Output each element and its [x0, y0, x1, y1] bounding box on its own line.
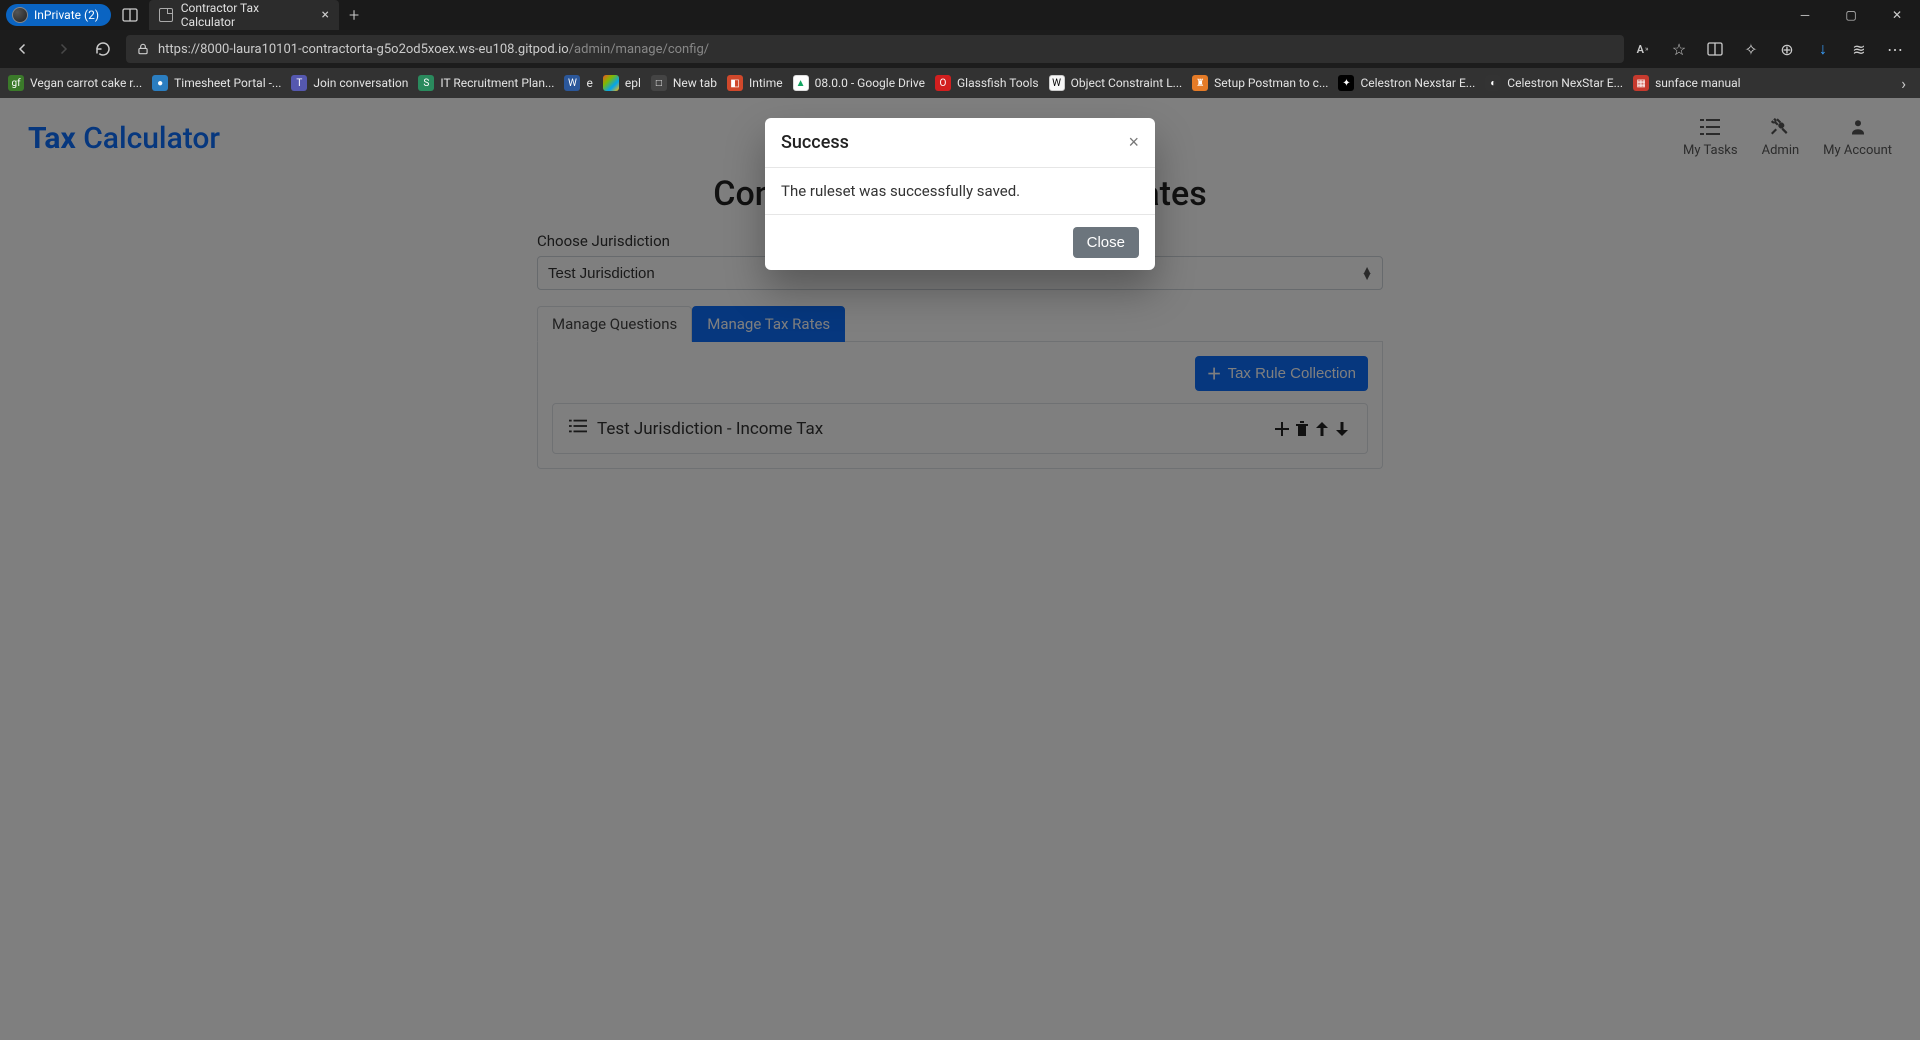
modal-body: The ruleset was successfully saved.: [765, 168, 1155, 214]
modal-footer: Close: [765, 214, 1155, 270]
address-bar: https://8000-laura10101-contractorta-g5o…: [0, 30, 1920, 68]
tab-title: Contractor Tax Calculator: [181, 1, 314, 29]
bookmark-label: epl: [625, 76, 641, 90]
bookmark-label: sunface manual: [1655, 76, 1741, 90]
bookmark-item[interactable]: ● Timesheet Portal -...: [152, 75, 281, 91]
bookmark-icon: O: [935, 75, 951, 91]
close-window-button[interactable]: ✕: [1874, 0, 1920, 30]
success-modal: Success × The ruleset was successfully s…: [765, 118, 1155, 270]
bookmark-icon: ▦: [1633, 75, 1649, 91]
refresh-button[interactable]: [86, 34, 120, 64]
bookmark-icon: [603, 75, 619, 91]
bookmark-label: Vegan carrot cake r...: [30, 76, 142, 90]
bookmark-label: Glassfish Tools: [957, 76, 1039, 90]
favorites-bar-icon[interactable]: ✧: [1738, 36, 1764, 62]
bookmark-icon: ♜: [1192, 75, 1208, 91]
bookmark-icon: T: [291, 75, 307, 91]
bookmark-item[interactable]: ▲ 08.0.0 - Google Drive: [793, 75, 925, 91]
menu-icon[interactable]: ⋯: [1882, 36, 1908, 62]
window-controls: ─ ▢ ✕: [1782, 0, 1920, 30]
modal-title: Success: [781, 132, 849, 153]
browser-tab-bar: InPrivate (2) Contractor Tax Calculator …: [0, 0, 1920, 30]
bookmark-icon: ●: [152, 75, 168, 91]
inprivate-badge[interactable]: InPrivate (2): [6, 4, 111, 26]
bookmark-icon: ◧: [727, 75, 743, 91]
bookmark-item[interactable]: O Glassfish Tools: [935, 75, 1039, 91]
bookmark-item[interactable]: ✦ Celestron Nexstar E...: [1338, 75, 1475, 91]
back-button[interactable]: [6, 34, 40, 64]
downloads-icon[interactable]: ↓: [1810, 36, 1836, 62]
bookmark-label: New tab: [673, 76, 717, 90]
bookmark-item[interactable]: S IT Recruitment Plan...: [418, 75, 554, 91]
bookmark-label: Celestron Nexstar E...: [1360, 76, 1475, 90]
split-screen-icon[interactable]: [1702, 36, 1728, 62]
modal-overlay[interactable]: Success × The ruleset was successfully s…: [0, 98, 1920, 1040]
new-tab-button[interactable]: +: [349, 5, 359, 26]
profile-avatar-icon: [12, 7, 28, 23]
bookmark-icon: W: [1049, 75, 1065, 91]
lock-icon: [136, 42, 150, 56]
page-icon: [159, 8, 173, 22]
bookmark-item[interactable]: T Join conversation: [291, 75, 408, 91]
bookmark-icon: gf: [8, 75, 24, 91]
extensions-icon[interactable]: ≋: [1846, 36, 1872, 62]
bookmark-label: 08.0.0 - Google Drive: [815, 76, 925, 90]
bookmark-label: Join conversation: [313, 76, 408, 90]
bookmark-label: Setup Postman to c...: [1214, 76, 1328, 90]
bookmark-item[interactable]: W Object Constraint L...: [1049, 75, 1183, 91]
bookmark-icon: ◐: [1485, 75, 1501, 91]
url-input[interactable]: https://8000-laura10101-contractorta-g5o…: [126, 35, 1624, 63]
bookmark-icon: W: [564, 75, 580, 91]
bookmark-label: Celestron NexStar E...: [1507, 76, 1623, 90]
modal-close-icon[interactable]: ×: [1128, 132, 1139, 153]
address-toolbar: A» ☆ ✧ ⊕ ↓ ≋ ⋯: [1630, 36, 1914, 62]
bookmark-icon: S: [418, 75, 434, 91]
bookmark-item[interactable]: ♜ Setup Postman to c...: [1192, 75, 1328, 91]
maximize-button[interactable]: ▢: [1828, 0, 1874, 30]
minimize-button[interactable]: ─: [1782, 0, 1828, 30]
modal-header: Success ×: [765, 118, 1155, 168]
bookmarks-bar: gf Vegan carrot cake r... ● Timesheet Port…: [0, 68, 1920, 98]
bookmark-icon: ✦: [1338, 75, 1354, 91]
read-aloud-icon[interactable]: A»: [1630, 36, 1656, 62]
bookmark-item[interactable]: □ New tab: [651, 75, 717, 91]
bookmark-label: Intime: [749, 76, 783, 90]
bookmark-item[interactable]: ▦ sunface manual: [1633, 75, 1741, 91]
inprivate-label: InPrivate (2): [34, 8, 99, 22]
tab-close-icon[interactable]: ×: [322, 7, 329, 23]
bookmarks-overflow-icon[interactable]: ›: [1895, 74, 1912, 93]
tab-actions-icon[interactable]: [121, 6, 139, 24]
bookmark-item[interactable]: epl: [603, 75, 641, 91]
collections-icon[interactable]: ⊕: [1774, 36, 1800, 62]
bookmark-icon: □: [651, 75, 667, 91]
bookmark-item[interactable]: ◐ Celestron NexStar E...: [1485, 75, 1623, 91]
browser-tab[interactable]: Contractor Tax Calculator ×: [149, 0, 339, 30]
favorite-icon[interactable]: ☆: [1666, 36, 1692, 62]
bookmark-label: Object Constraint L...: [1071, 76, 1183, 90]
bookmark-label: e: [586, 76, 592, 90]
bookmark-item[interactable]: We: [564, 75, 592, 91]
bookmark-label: IT Recruitment Plan...: [440, 76, 554, 90]
bookmark-item[interactable]: gf Vegan carrot cake r...: [8, 75, 142, 91]
page-viewport: Tax Calculator My Tasks Admin My Accou: [0, 98, 1920, 1040]
bookmark-label: Timesheet Portal -...: [174, 76, 281, 90]
modal-close-button[interactable]: Close: [1073, 227, 1139, 258]
bookmark-icon: ▲: [793, 75, 809, 91]
bookmark-item[interactable]: ◧ Intime: [727, 75, 783, 91]
url-text: https://8000-laura10101-contractorta-g5o…: [158, 42, 709, 57]
forward-button[interactable]: [46, 34, 80, 64]
